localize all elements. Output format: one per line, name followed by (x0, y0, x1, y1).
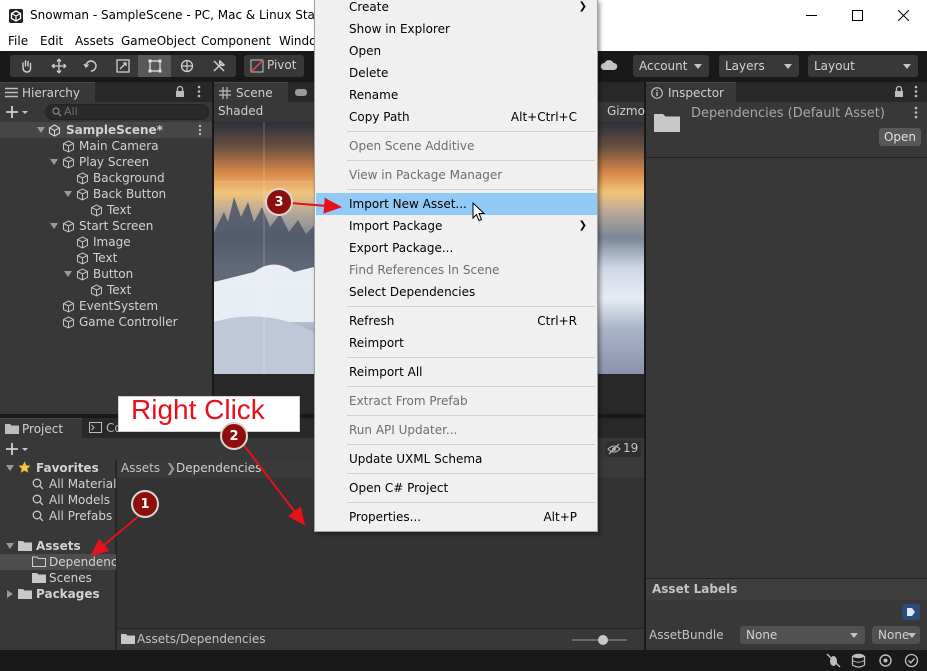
annotation-arrows (90, 197, 342, 557)
step-1-badge: 1 (131, 490, 159, 518)
step-2-badge: 2 (220, 422, 248, 450)
step-3-badge: 3 (265, 188, 293, 216)
